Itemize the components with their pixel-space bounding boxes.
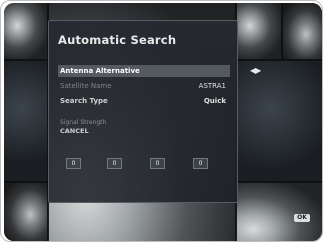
menu-item-label: Antenna Alternative (60, 67, 140, 75)
menu-item-value: ASTRA1 (198, 82, 226, 90)
option-button-3[interactable]: 0 (150, 158, 165, 169)
divider (236, 181, 322, 183)
background-tile (236, 3, 282, 60)
left-right-arrows-icon: ◀▶ (250, 66, 261, 75)
divider (281, 3, 283, 60)
tv-screen: Automatic Search Antenna Alternative Sat… (4, 3, 322, 241)
option-button-1[interactable]: 0 (66, 158, 81, 169)
background-tile (236, 182, 322, 241)
automatic-search-dialog: Automatic Search Antenna Alternative Sat… (48, 20, 238, 203)
divider (4, 59, 48, 61)
divider (4, 181, 48, 183)
background-tile (282, 3, 322, 60)
status-text: CANCEL (60, 127, 89, 135)
ok-badge: OK (294, 214, 310, 222)
menu-item-value: Quick (203, 97, 226, 105)
settings-list: Antenna Alternative Satellite Name ASTRA… (58, 65, 230, 110)
section-label: Signal Strength (60, 119, 107, 126)
menu-item-label: Satellite Name (60, 82, 112, 90)
menu-item-antenna-alternative[interactable]: Antenna Alternative (58, 65, 230, 77)
background-tile (4, 60, 48, 182)
menu-item-satellite-name[interactable]: Satellite Name ASTRA1 (58, 80, 230, 92)
dialog-title: Automatic Search (58, 33, 177, 47)
option-button-2[interactable]: 0 (107, 158, 122, 169)
menu-item-search-type[interactable]: Search Type Quick (58, 95, 230, 107)
background-tile (236, 60, 322, 182)
option-button-4[interactable]: 0 (193, 158, 208, 169)
background-tile (4, 182, 48, 241)
background-tile (4, 3, 48, 60)
divider (236, 59, 322, 61)
menu-item-label: Search Type (60, 97, 108, 105)
